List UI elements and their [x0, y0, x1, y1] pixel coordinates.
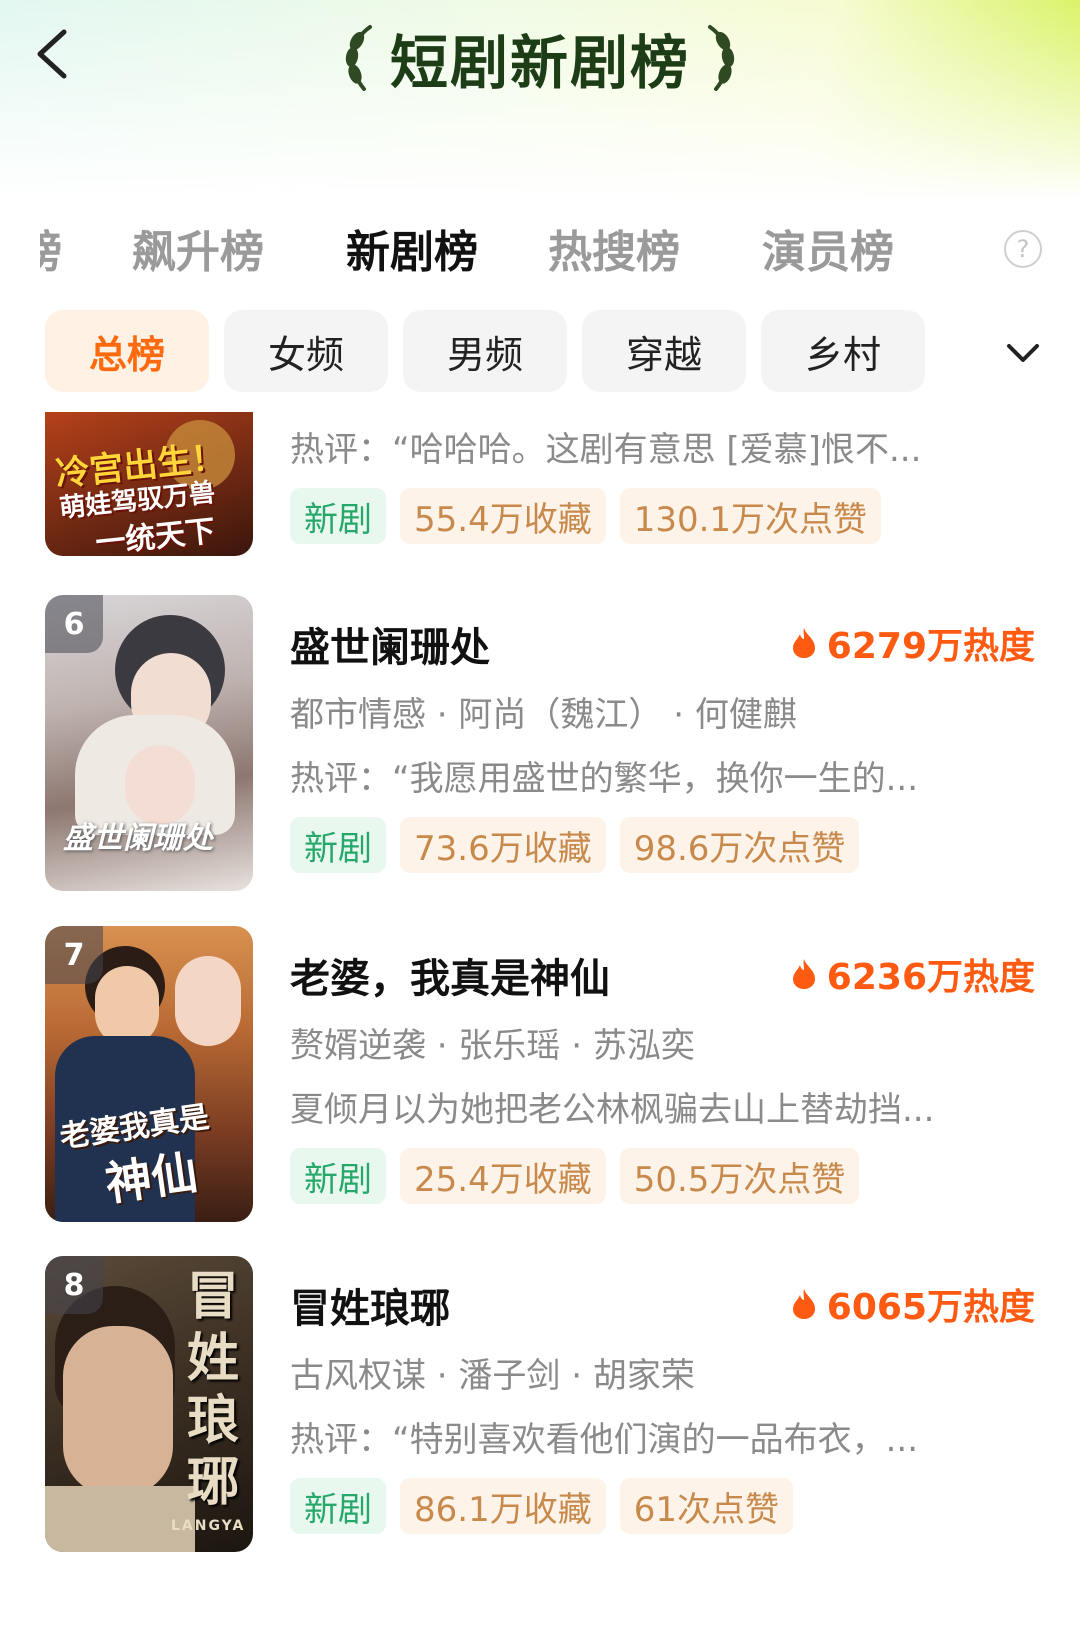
item-meta: 都市情感 · 阿尚（魏江） · 何健麒: [290, 695, 797, 735]
poster-image: 老婆我真是 神仙 7: [45, 926, 253, 1222]
new-badge: 新剧: [290, 817, 386, 873]
category-chip-rural[interactable]: 乡村: [761, 310, 925, 392]
help-icon[interactable]: ?: [1004, 230, 1042, 268]
heat-value: 6236万热度: [826, 957, 1035, 998]
tab-hot-search[interactable]: 热搜榜: [548, 216, 680, 280]
item-tags: 新剧 55.4万收藏 130.1万次点赞: [290, 488, 882, 544]
list-item[interactable]: 老婆我真是 神仙 7 老婆，我真是神仙 6236万热度 赘婿逆袭 · 张乐瑶 ·…: [0, 926, 1080, 1226]
category-chip-male[interactable]: 男频: [403, 310, 567, 392]
chevron-left-icon: [37, 29, 67, 79]
new-badge: 新剧: [290, 1148, 386, 1204]
poster-subtitle: LANGYA: [171, 1518, 246, 1534]
likes-count: 98.6万次点赞: [619, 817, 860, 873]
chevron-down-icon: [1007, 344, 1039, 362]
list-item[interactable]: 盛世阑珊处 6 盛世阑珊处 6279万热度 都市情感 · 阿尚（魏江） · 何健…: [0, 595, 1080, 895]
heat-score: 6279万热度: [791, 617, 1035, 669]
drama-list[interactable]: 冷宫出生！ 萌娃驾驭万兽 一统天下 热评：“哈哈哈。这剧有意思 [爱慕]恨不..…: [0, 412, 1080, 1627]
item-title: 老婆，我真是神仙: [290, 956, 610, 1002]
favorites-count: 55.4万收藏: [400, 488, 606, 544]
poster-title: 盛世阑珊处: [63, 821, 213, 856]
category-fade: [925, 310, 1005, 394]
category-chip-female[interactable]: 女频: [224, 310, 388, 392]
tab-clipped[interactable]: 榜: [40, 216, 66, 272]
rank-badge: 7: [45, 926, 103, 984]
flame-icon: [792, 1289, 815, 1319]
item-review: 夏倾月以为她把老公林枫骗去山上替劫挡...: [290, 1090, 935, 1130]
item-meta: 赘婿逆袭 · 张乐瑶 · 苏泓奕: [290, 1026, 695, 1066]
tab-new[interactable]: 新剧榜: [346, 216, 478, 280]
item-review: 热评：“我愿用盛世的繁华，换你一生的...: [290, 759, 919, 799]
rank-badge: 6: [45, 595, 103, 653]
tab-rising[interactable]: 飙升榜: [132, 216, 264, 280]
poster-subtitle: 神仙: [102, 1144, 201, 1212]
item-title: 盛世阑珊处: [290, 625, 490, 671]
heat-score: 6065万热度: [791, 1278, 1035, 1330]
category-chip-time-travel[interactable]: 穿越: [582, 310, 746, 392]
tab-clipped-label: 榜: [40, 216, 62, 272]
tab-actors[interactable]: 演员榜: [762, 216, 894, 280]
list-item[interactable]: 冒姓琅琊 LANGYA 8 冒姓琅琊 6065万热度 古风权谋 · 潘子剑 · …: [0, 1256, 1080, 1556]
item-meta: 古风权谋 · 潘子剑 · 胡家荣: [290, 1356, 695, 1396]
rank-badge: 8: [45, 1256, 103, 1314]
new-badge: 新剧: [290, 488, 386, 544]
flame-icon: [792, 959, 815, 989]
likes-count: 61次点赞: [619, 1478, 793, 1534]
item-review: 热评：“哈哈哈。这剧有意思 [爱慕]恨不...: [290, 430, 922, 470]
poster-title: 冒姓琅琊: [187, 1267, 240, 1513]
laurel-left-icon: [345, 25, 372, 91]
back-button[interactable]: [22, 22, 82, 86]
heat-value: 6065万热度: [826, 1287, 1035, 1328]
rank-tabs: 榜 飙升榜 新剧榜 热搜榜 演员榜: [0, 200, 1080, 290]
poster-image: 盛世阑珊处 6: [45, 595, 253, 891]
heat-score: 6236万热度: [791, 948, 1035, 1000]
new-badge: 新剧: [290, 1478, 386, 1534]
item-tags: 新剧 73.6万收藏 98.6万次点赞: [290, 817, 860, 873]
favorites-count: 73.6万收藏: [400, 817, 606, 873]
category-chip-all[interactable]: 总榜: [45, 310, 209, 392]
category-bar: 总榜 女频 男频 穿越 乡村: [0, 310, 1080, 394]
flame-icon: [792, 628, 815, 658]
expand-categories-button[interactable]: [995, 325, 1051, 381]
item-review: 热评：“特别喜欢看他们演的一品布衣，...: [290, 1420, 919, 1460]
favorites-count: 25.4万收藏: [400, 1148, 606, 1204]
favorites-count: 86.1万收藏: [400, 1478, 606, 1534]
laurel-right-icon: [707, 25, 735, 91]
page-title: 短剧新剧榜: [389, 29, 690, 97]
title-area: 短剧新剧榜: [340, 18, 740, 98]
item-tags: 新剧 25.4万收藏 50.5万次点赞: [290, 1148, 860, 1204]
likes-count: 130.1万次点赞: [619, 488, 882, 544]
poster-image: 冷宫出生！ 萌娃驾驭万兽 一统天下: [45, 412, 253, 556]
likes-count: 50.5万次点赞: [619, 1148, 860, 1204]
heat-value: 6279万热度: [826, 626, 1035, 667]
item-tags: 新剧 86.1万收藏 61次点赞: [290, 1478, 793, 1534]
list-item[interactable]: 冷宫出生！ 萌娃驾驭万兽 一统天下 热评：“哈哈哈。这剧有意思 [爱慕]恨不..…: [0, 412, 1080, 560]
poster-image: 冒姓琅琊 LANGYA 8: [45, 1256, 253, 1552]
item-title: 冒姓琅琊: [290, 1286, 450, 1332]
